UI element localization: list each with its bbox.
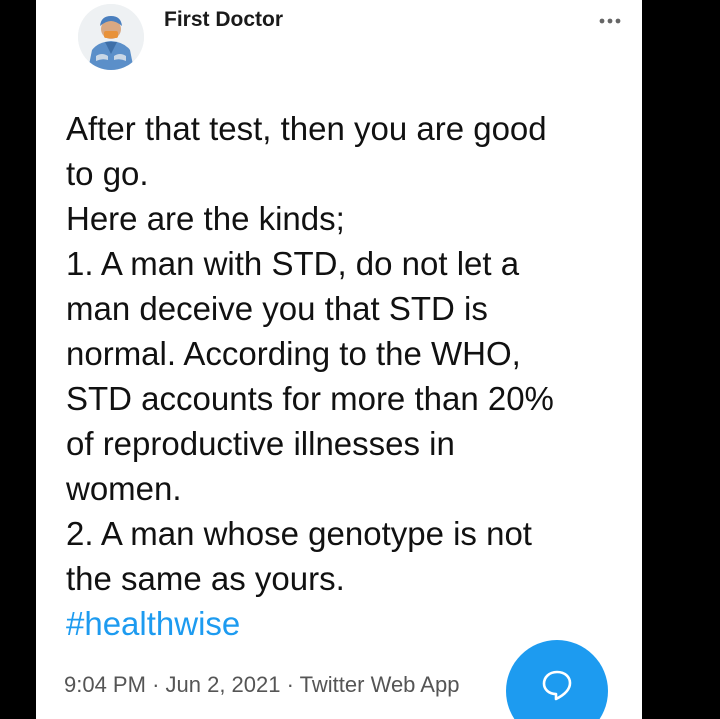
tweet-text-line: STD accounts for more than 20%	[66, 380, 554, 417]
tweet-text-line: Here are the kinds;	[66, 200, 345, 237]
tweet-source-link[interactable]: Twitter Web App	[300, 672, 460, 697]
tweet-text: After that test, then you are good to go…	[66, 106, 626, 646]
more-options-icon	[599, 18, 621, 24]
reply-fab-button[interactable]	[506, 640, 608, 719]
tweet-text-line: to go.	[66, 155, 149, 192]
tweet-text-line: 1. A man with STD, do not let a	[66, 245, 520, 282]
tweet-text-line: the same as yours.	[66, 560, 345, 597]
tweet-text-line: 2. A man whose genotype is not	[66, 515, 532, 552]
doctor-avatar-icon	[78, 4, 144, 70]
tweet-text-line: of reproductive illnesses in	[66, 425, 455, 462]
tweet-date: Jun 2, 2021	[165, 672, 281, 697]
author-name[interactable]: First Doctor	[164, 8, 283, 32]
tweet-timestamp-link[interactable]: 9:04 PM · Jun 2, 2021	[64, 672, 281, 697]
tweet-metadata: 9:04 PM · Jun 2, 2021 · Twitter Web App	[64, 672, 459, 698]
meta-separator: ·	[286, 672, 294, 697]
more-options-button[interactable]	[592, 6, 628, 36]
tweet-text-line: normal. According to the WHO,	[66, 335, 521, 372]
tweet-text-line: man deceive you that STD is	[66, 290, 488, 327]
meta-separator: ·	[152, 672, 160, 697]
reply-bubble-icon	[542, 670, 572, 701]
tweet-text-line: women.	[66, 470, 182, 507]
tweet-time: 9:04 PM	[64, 672, 146, 697]
tweet-card: First Doctor After that test, then you a…	[36, 0, 642, 719]
author-avatar[interactable]	[78, 4, 144, 70]
tweet-text-line: After that test, then you are good	[66, 110, 547, 147]
hashtag-link[interactable]: #healthwise	[66, 601, 626, 646]
